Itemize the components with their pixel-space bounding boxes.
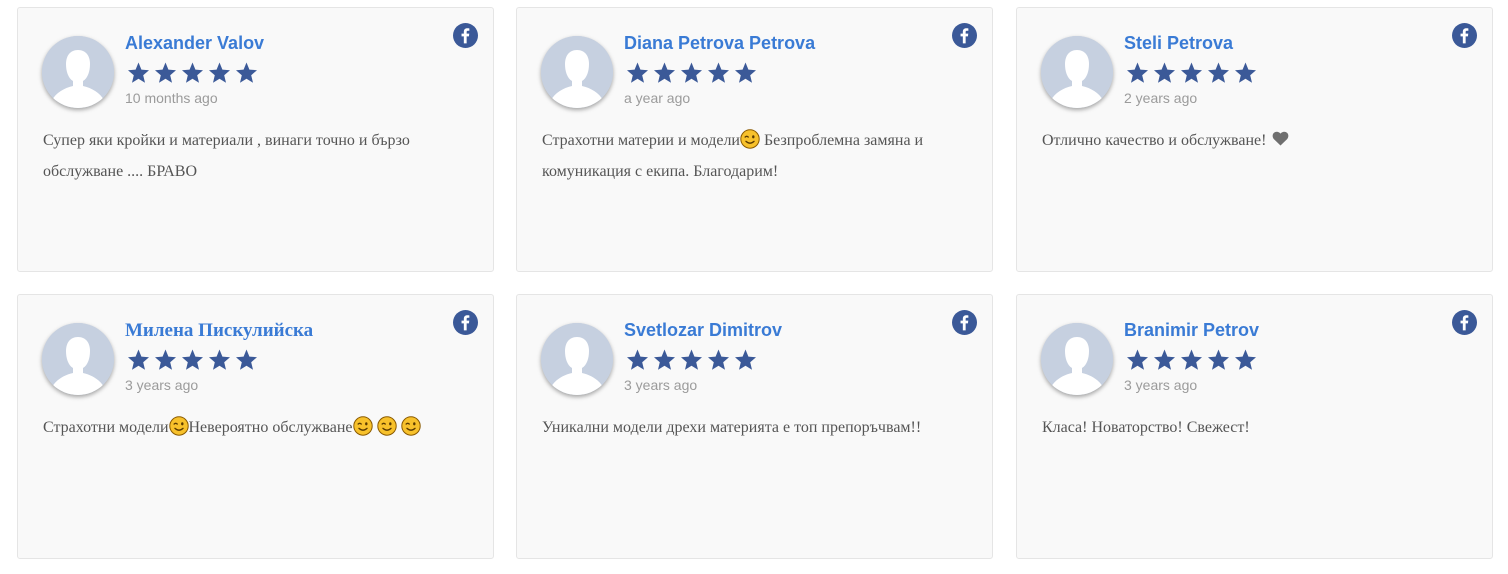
reviews-grid: Alexander Valov 10 months ago Супер яки … <box>0 0 1508 574</box>
star-rating <box>624 61 759 85</box>
review-text: Класа! Новаторство! Свежест! <box>1042 419 1250 436</box>
facebook-icon[interactable] <box>453 310 478 335</box>
star-icon <box>1178 348 1205 372</box>
review-time: a year ago <box>624 90 691 106</box>
star-icon <box>179 61 206 85</box>
wink-emoji-icon <box>353 416 373 436</box>
star-icon <box>1205 348 1232 372</box>
avatar <box>1041 323 1113 395</box>
star-icon <box>624 348 651 372</box>
facebook-icon[interactable] <box>1452 310 1477 335</box>
star-icon <box>179 348 206 372</box>
star-icon <box>233 348 260 372</box>
review-time: 10 months ago <box>125 90 218 106</box>
star-icon <box>651 61 678 85</box>
review-card: Diana Petrova Petrova a year ago Страхот… <box>516 7 993 272</box>
star-rating <box>1124 348 1259 372</box>
review-time: 3 years ago <box>1124 377 1198 393</box>
avatar <box>541 36 613 108</box>
review-time: 3 years ago <box>125 377 199 393</box>
star-icon <box>152 61 179 85</box>
star-rating <box>1124 61 1259 85</box>
review-card: Svetlozar Dimitrov 3 years ago Уникални … <box>516 294 993 559</box>
review-card: Steli Petrova 2 years ago Отлично качест… <box>1016 7 1493 272</box>
star-rating <box>125 348 260 372</box>
star-icon <box>1151 61 1178 85</box>
review-time: 2 years ago <box>1124 90 1198 106</box>
avatar <box>1041 36 1113 108</box>
avatar <box>541 323 613 395</box>
review-card: Branimir Petrov 3 years ago Класа! Новат… <box>1016 294 1493 559</box>
star-icon <box>125 348 152 372</box>
review-time: 3 years ago <box>624 377 698 393</box>
star-icon <box>1178 61 1205 85</box>
star-rating <box>125 61 260 85</box>
wink-emoji-icon <box>169 416 189 436</box>
review-card: Alexander Valov 10 months ago Супер яки … <box>17 7 494 272</box>
star-icon <box>651 348 678 372</box>
star-icon <box>1151 348 1178 372</box>
star-icon <box>1232 61 1259 85</box>
wink-emoji-icon <box>377 416 397 436</box>
star-icon <box>732 348 759 372</box>
star-icon <box>1232 348 1259 372</box>
review-text-part: Страхотни материи и модели <box>542 132 740 149</box>
star-icon <box>206 61 233 85</box>
star-icon <box>233 61 260 85</box>
facebook-icon[interactable] <box>453 23 478 48</box>
reviewer-name[interactable]: Diana Petrova Petrova <box>624 33 815 54</box>
review-text: Уникални модели дрехи материята е топ пр… <box>542 419 922 436</box>
star-icon <box>1124 61 1151 85</box>
star-icon <box>152 348 179 372</box>
wink-emoji-icon <box>740 129 760 149</box>
star-icon <box>705 348 732 372</box>
heart-icon <box>1272 131 1289 146</box>
review-text-part: Невероятно обслужване <box>188 419 353 436</box>
review-text: Отлично качество и обслужване! <box>1042 125 1462 156</box>
star-icon <box>125 61 152 85</box>
facebook-icon[interactable] <box>952 310 977 335</box>
review-text: Супер яки кройки и материали , винаги то… <box>43 132 410 180</box>
reviewer-name[interactable]: Svetlozar Dimitrov <box>624 320 782 341</box>
star-icon <box>705 61 732 85</box>
star-icon <box>678 61 705 85</box>
star-icon <box>1205 61 1232 85</box>
facebook-icon[interactable] <box>952 23 977 48</box>
avatar <box>42 323 114 395</box>
star-icon <box>1124 348 1151 372</box>
review-text: Страхотни материи и модели Безпроблемна … <box>542 125 962 187</box>
review-text-part: Страхотни модели <box>43 419 169 436</box>
star-icon <box>732 61 759 85</box>
facebook-icon[interactable] <box>1452 23 1477 48</box>
review-text: Страхотни модели Невероятно обслужване <box>43 412 463 443</box>
star-icon <box>678 348 705 372</box>
reviewer-name[interactable]: Branimir Petrov <box>1124 320 1259 341</box>
reviewer-name[interactable]: Steli Petrova <box>1124 33 1233 54</box>
avatar <box>42 36 114 108</box>
star-icon <box>206 348 233 372</box>
review-card: Милена Пискулийска 3 years ago Страхотни… <box>17 294 494 559</box>
review-text-part: Отлично качество и обслужване! <box>1042 132 1267 149</box>
wink-emoji-icon <box>401 416 421 436</box>
star-icon <box>624 61 651 85</box>
reviewer-name[interactable]: Милена Пискулийска <box>125 320 313 342</box>
reviewer-name[interactable]: Alexander Valov <box>125 33 264 54</box>
star-rating <box>624 348 759 372</box>
